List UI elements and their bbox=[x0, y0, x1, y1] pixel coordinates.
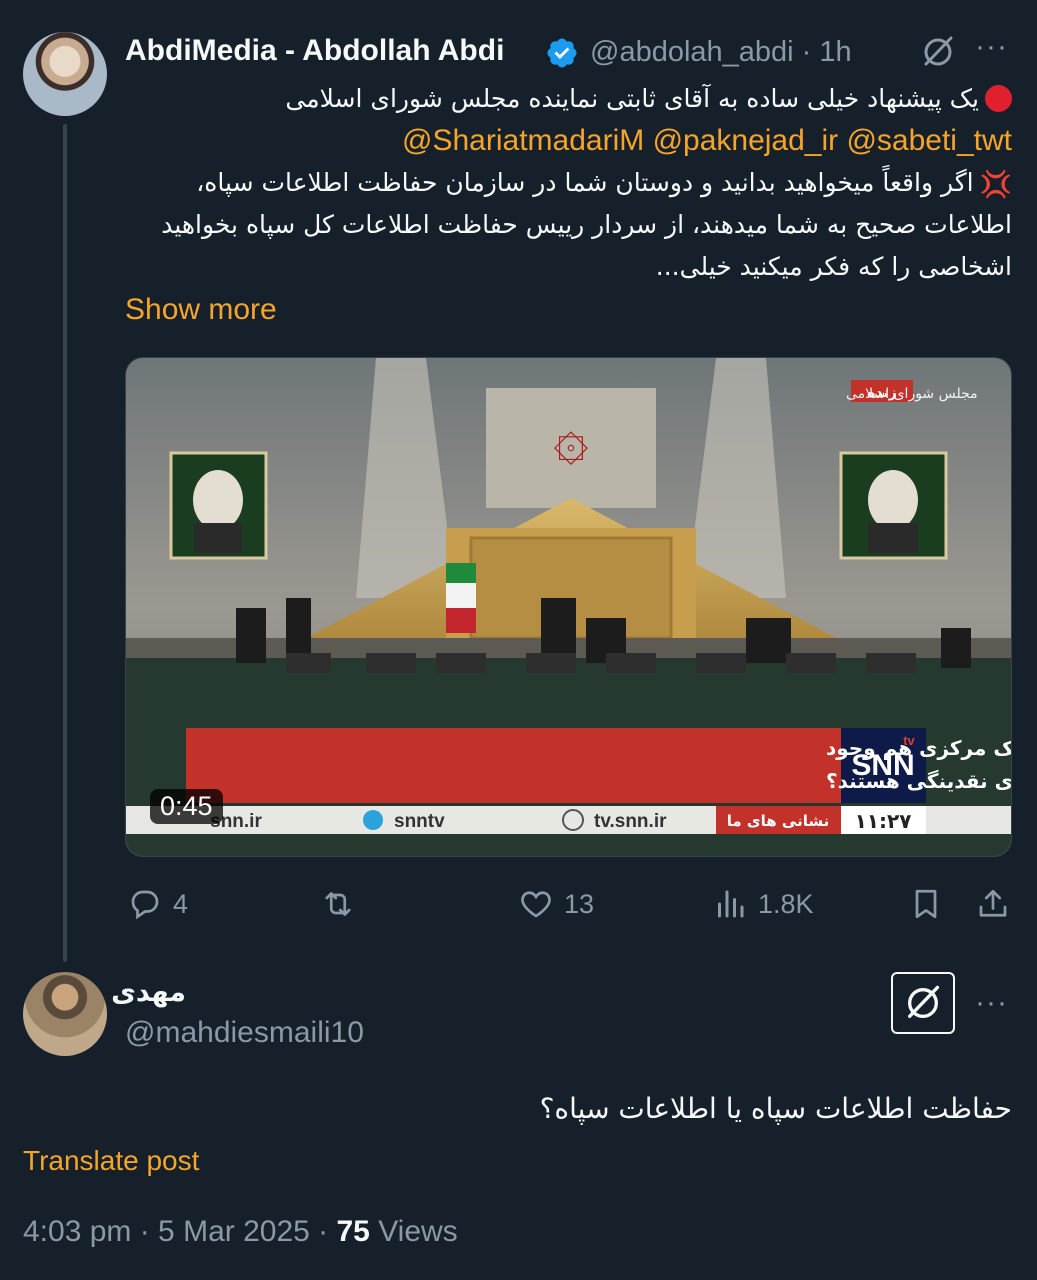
like-count: 13 bbox=[564, 888, 595, 919]
author-name[interactable]: AbdiMedia - Abdollah Abdi bbox=[125, 34, 504, 68]
ticker-line-1: قادری: ای کاش امکانی برای پاسخگویی رئیس … bbox=[826, 736, 1012, 761]
translate-post-link[interactable]: Translate post bbox=[23, 1145, 199, 1177]
tweet-mentions[interactable]: @ShariatmadariM @paknejad_ir @sabeti_twt bbox=[402, 126, 1012, 156]
avatar[interactable] bbox=[23, 32, 107, 116]
bookmark-icon bbox=[915, 889, 937, 919]
views-chart-icon bbox=[718, 890, 744, 918]
svg-text:۞: ۞ bbox=[553, 403, 588, 473]
share-icon bbox=[979, 889, 1007, 917]
repost-button[interactable] bbox=[320, 884, 356, 924]
views-button[interactable]: 1.8K bbox=[712, 884, 814, 924]
repost-icon bbox=[325, 892, 351, 916]
bar-telegram: snntv bbox=[394, 811, 445, 832]
grok-button[interactable] bbox=[891, 972, 955, 1034]
tweet-text-1: یک پیشنهاد خیلی ساده به آقای ثابتی نماین… bbox=[285, 84, 979, 113]
thread-line bbox=[63, 124, 67, 962]
author-handle[interactable]: @abdolah_abdi · 1h bbox=[590, 36, 852, 69]
video-duration: 0:45 bbox=[150, 789, 223, 824]
views-count: 1.8K bbox=[758, 888, 814, 919]
share-button[interactable] bbox=[975, 884, 1011, 924]
video-frame: ۞ SNN tv ک مرکزی هم وجود ی نقدینگی هستند… bbox=[126, 358, 1012, 856]
handle-text[interactable]: @abdolah_abdi bbox=[590, 36, 794, 68]
red-circle-icon bbox=[985, 85, 1012, 112]
bar-addresses: نشانی های ما bbox=[727, 812, 829, 830]
ticker-line-2: داشت، چرا با فروش سکه پیگیر جمع آوری نقد… bbox=[826, 768, 1012, 794]
post-age[interactable]: · 1h bbox=[802, 36, 852, 68]
like-button[interactable]: 13 bbox=[518, 884, 594, 924]
bar-clock: ۱۱:۲۷ bbox=[855, 809, 912, 833]
reply-author-handle[interactable]: @mahdiesmaili10 bbox=[125, 1016, 364, 1050]
reply-avatar[interactable] bbox=[23, 972, 107, 1056]
more-options-icon[interactable]: ··· bbox=[975, 30, 1008, 64]
verified-badge-icon bbox=[547, 38, 577, 68]
tweet-text-line-1: یک پیشنهاد خیلی ساده به آقای ثابتی نماین… bbox=[285, 84, 1012, 114]
post-meta: 4:03 pm · 5 Mar 2025 · 75 Views bbox=[23, 1215, 458, 1249]
channel-label: مجلس شورای اسلامی bbox=[846, 386, 978, 402]
tweet-text-line-5: اشخاصی را که فکر میکنید خیلی... bbox=[655, 252, 1012, 281]
tweet-text-line-3: 💢اگر واقعاً میخواهید بدانید و دوستان شما… bbox=[196, 168, 1012, 200]
tweet-text-3: اگر واقعاً میخواهید بدانید و دوستان شما … bbox=[196, 168, 974, 197]
bookmark-button[interactable] bbox=[908, 884, 944, 924]
post-timestamp[interactable]: 4:03 pm · 5 Mar 2025 · bbox=[23, 1215, 336, 1248]
grok-icon[interactable] bbox=[920, 34, 956, 70]
post-views-count: 75 bbox=[336, 1215, 370, 1248]
anger-symbol-icon: 💢 bbox=[979, 170, 1012, 200]
bar-site: tv.snn.ir bbox=[594, 811, 667, 832]
reply-text: حفاظت اطلاعات سپاه یا اطلاعات سپاه؟ bbox=[539, 1092, 1012, 1125]
tweet-text-line-4: اطلاعات صحیح به شما میدهند، از سردار ریی… bbox=[161, 210, 1012, 239]
reply-author-name[interactable]: مهدی bbox=[111, 977, 186, 1008]
post-views-label: Views bbox=[369, 1215, 458, 1248]
reply-button[interactable]: 4 bbox=[127, 884, 188, 924]
reply-count: 4 bbox=[173, 888, 189, 919]
reply-icon bbox=[131, 890, 159, 920]
reply-more-options-icon[interactable]: ··· bbox=[975, 986, 1008, 1020]
show-more-link[interactable]: Show more bbox=[125, 293, 277, 327]
grok-icon bbox=[908, 985, 940, 1018]
heart-icon bbox=[521, 891, 551, 918]
video-player[interactable]: ۞ SNN tv ک مرکزی هم وجود ی نقدینگی هستند… bbox=[125, 357, 1012, 857]
